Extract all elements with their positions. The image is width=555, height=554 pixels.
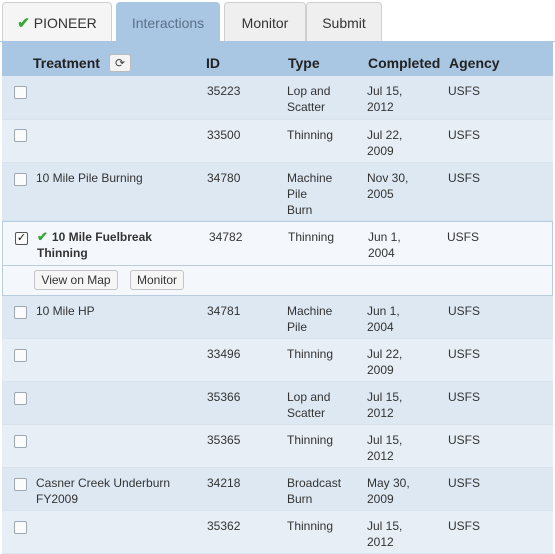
col-id[interactable]: ID [206,55,220,71]
check-icon: ✔ [37,229,48,244]
cell-type: Thinning [288,230,335,244]
cell-id: 34781 [207,304,241,318]
cell-completed: Jul 15, 2012 [367,84,403,114]
tab-label: Interactions [131,14,205,31]
tab-label: Submit [322,14,366,31]
cell-id: 35362 [207,519,241,533]
row-checkbox[interactable] [14,86,27,99]
table-row[interactable]: 33496 Thinning Jul 22, 2009 USFS [2,339,553,382]
table-row[interactable]: 10 Mile HP 34781 Machine Pile Jun 1, 2004 … [2,296,553,339]
cell-agency: USFS [448,433,481,447]
cell-id: 34782 [209,230,243,244]
cell-agency: USFS [448,390,481,404]
row-checkbox[interactable] [14,306,27,319]
cell-type: Machine Pile Burn [287,171,333,217]
table-row[interactable]: 35223 Lop and Scatter Jul 15, 2012 USFS [2,76,553,120]
tab-label: Monitor [241,14,289,31]
cell-id: 34218 [207,476,241,490]
cell-id: 33500 [207,128,241,142]
row-actions: View on Map Monitor [2,266,553,296]
cell-type: Thinning [287,347,334,361]
cell-id: 34780 [207,171,241,185]
tab-pioneer[interactable]: ✔ PIONEER [2,2,112,42]
cell-id: 35366 [207,390,241,404]
row-checkbox-checked[interactable]: ✓ [15,232,28,245]
cell-type: Thinning [287,519,334,533]
cell-type: Machine Pile [287,304,333,334]
cell-treatment: Casner Creek Underburn FY2009 [36,476,171,506]
cell-completed: Jul 15, 2012 [367,390,403,420]
cell-completed: Jul 22, 2009 [367,347,403,377]
cell-completed: Nov 30, 2005 [367,171,409,201]
cell-treatment: ✔ 10 Mile Fuelbreak Thinning [37,229,152,260]
cell-completed: May 30, 2009 [367,476,410,506]
view-on-map-button[interactable]: View on Map [34,270,118,290]
row-checkbox[interactable] [14,435,27,448]
cell-type: Thinning [287,128,334,142]
cell-agency: USFS [448,347,481,361]
cell-id: 35223 [207,84,241,98]
cell-id: 35365 [207,433,241,447]
col-completed[interactable]: Completed [368,55,440,71]
cell-treatment: 10 Mile HP [36,304,95,318]
col-treatment[interactable]: Treatment [33,55,100,71]
table-row[interactable]: Casner Creek Underburn FY2009 34218 Broad… [2,468,553,511]
table-row[interactable]: 35366 Lop and Scatter Jul 15, 2012 USFS [2,382,553,425]
col-agency[interactable]: Agency [449,55,500,71]
table-row[interactable]: 10 Mile Pile Burning 34780 Machine Pile Bu… [2,163,553,221]
tab-label: PIONEER [33,14,97,31]
row-checkbox[interactable] [14,392,27,405]
cell-type: Thinning [287,433,334,447]
cell-agency: USFS [447,230,480,244]
check-icon: ✔ [17,14,30,32]
table-row[interactable]: 35362 Thinning Jul 15, 2012 USFS [2,511,553,554]
row-checkbox[interactable] [14,129,27,142]
cell-completed: Jul 15, 2012 [367,433,403,463]
cell-type: Lop and Scatter [287,390,331,420]
tab-submit[interactable]: Submit [306,2,382,42]
row-checkbox[interactable] [14,349,27,362]
cell-type: Lop and Scatter [287,84,331,114]
tab-interactions[interactable]: Interactions [116,2,220,42]
cell-id: 33496 [207,347,241,361]
table-row[interactable]: 33500 Thinning Jul 22, 2009 USFS [2,120,553,163]
table-header: Treatment ⟳ ID Type Completed Agency [2,42,553,76]
cell-completed: Jul 22, 2009 [367,128,403,158]
cell-agency: USFS [448,171,481,185]
cell-type: Broadcast Burn [287,476,342,506]
cell-completed: Jul 15, 2012 [367,519,403,549]
cell-agency: USFS [448,476,481,490]
refresh-icon: ⟳ [114,56,126,70]
cell-agency: USFS [448,304,481,318]
table-row-selected[interactable]: ✓ ✔ 10 Mile Fuelbreak Thinning 34782 Thinn… [2,221,553,266]
tab-bar: ✔ PIONEER Interactions Monitor Submit [0,0,555,42]
cell-agency: USFS [448,519,481,533]
col-type[interactable]: Type [288,55,320,71]
row-checkbox[interactable] [14,478,27,491]
treatments-table: Treatment ⟳ ID Type Completed Agency 352… [2,42,553,554]
monitor-button[interactable]: Monitor [130,270,184,290]
row-checkbox[interactable] [14,173,27,186]
tab-monitor[interactable]: Monitor [224,2,306,42]
table-row[interactable]: 35365 Thinning Jul 15, 2012 USFS [2,425,553,468]
cell-completed: Jun 1, 2004 [368,230,401,260]
cell-agency: USFS [448,128,481,142]
cell-treatment: 10 Mile Pile Burning [36,171,143,185]
cell-agency: USFS [448,84,481,98]
row-checkbox[interactable] [14,521,27,534]
cell-completed: Jun 1, 2004 [367,304,400,334]
refresh-button[interactable]: ⟳ [109,54,131,72]
